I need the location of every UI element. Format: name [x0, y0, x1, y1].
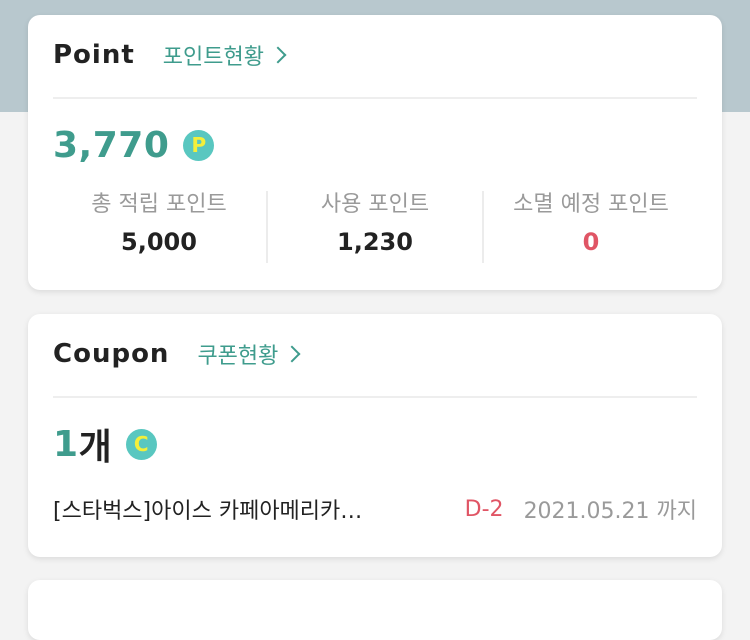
stat-value: 1,230: [337, 228, 413, 256]
point-title: Point: [53, 40, 135, 70]
next-card: [28, 580, 722, 640]
chevron-right-icon: [283, 345, 301, 363]
coupon-divider: [53, 396, 697, 398]
stat-value: 5,000: [121, 228, 197, 256]
coupon-card-header: Coupon 쿠폰현황: [53, 334, 301, 374]
coupon-expiry-date: 2021.05.21 까지: [523, 499, 697, 524]
coupon-name: [스타벅스]아이스 카페아메리카…: [53, 499, 363, 524]
point-stats: 총 적립 포인트 5,000 사용 포인트 1,230 소멸 예정 포인트 0: [52, 191, 698, 263]
point-status-link[interactable]: 포인트현황: [162, 39, 287, 71]
point-balance: 3,770 P: [53, 123, 215, 167]
coupon-title: Coupon: [53, 339, 170, 369]
point-status-link-label: 포인트현황: [162, 45, 264, 70]
coupon-status-link[interactable]: 쿠폰현황: [197, 338, 301, 370]
coupon-status-link-label: 쿠폰현황: [197, 344, 279, 369]
coupon-count-unit: 개: [78, 427, 112, 468]
point-card: Point 포인트현황 3,770 P 총 적립 포인트 5,000 사용 포인…: [28, 15, 722, 290]
point-amount: 3,770: [53, 124, 170, 166]
stat-label: 총 적립 포인트: [91, 192, 227, 217]
stat-used: 사용 포인트 1,230: [266, 191, 482, 263]
chevron-right-icon: [269, 46, 287, 64]
stat-total-earned: 총 적립 포인트 5,000: [52, 191, 266, 263]
coupon-card: Coupon 쿠폰현황 1 개 C [스타벅스]아이스 카페아메리카… D-2 …: [28, 314, 722, 557]
coupon-list-item[interactable]: [스타벅스]아이스 카페아메리카… D-2 2021.05.21 까지: [53, 491, 697, 527]
point-card-header: Point 포인트현황: [53, 35, 287, 75]
coupon-badge-icon: C: [125, 428, 157, 460]
stat-value: 0: [582, 228, 600, 256]
point-badge-icon: P: [183, 129, 215, 161]
coupon-count: 1 개 C: [53, 422, 157, 468]
stat-label: 사용 포인트: [320, 192, 430, 217]
point-divider: [53, 97, 697, 99]
coupon-dday-badge: D-2: [464, 496, 504, 522]
coupon-count-number: 1: [53, 423, 79, 465]
stat-label: 소멸 예정 포인트: [513, 192, 669, 217]
stat-expiring: 소멸 예정 포인트 0: [482, 191, 698, 263]
